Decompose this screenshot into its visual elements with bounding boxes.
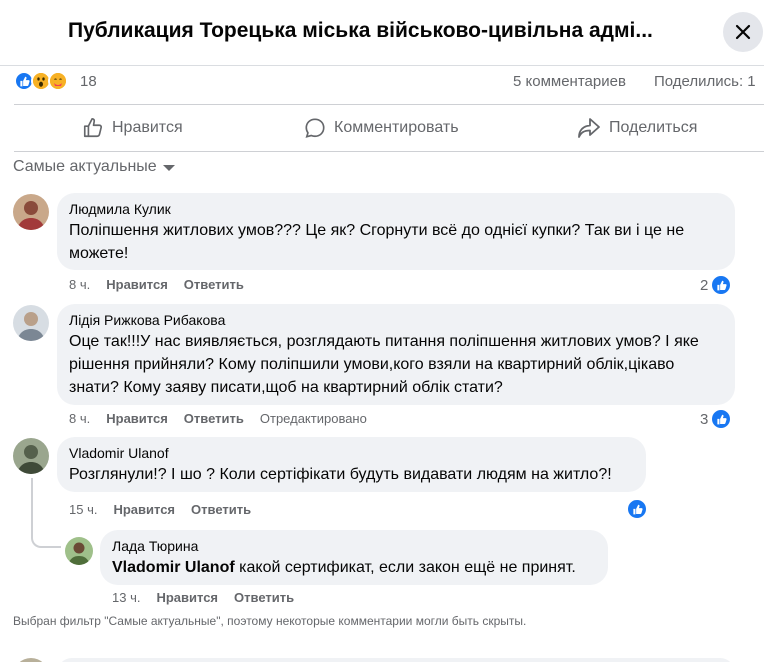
comment-filter-label: Самые актуальные	[13, 158, 157, 175]
comment-reply-button[interactable]: Ответить	[191, 502, 251, 517]
comment-text: Поліпшення житлових умов??? Це як? Сгорн…	[69, 222, 685, 262]
comment-button-label: Комментировать	[334, 119, 459, 136]
comment-author[interactable]: Vladomir Ulanof	[69, 445, 634, 461]
like-badge-icon	[627, 499, 647, 519]
comment-text: Розглянули!? І шо ? Коли сертіфікати буд…	[69, 466, 612, 483]
user-photo-icon	[13, 305, 49, 341]
comment-likes[interactable]: 2	[700, 275, 732, 295]
thread-line	[31, 478, 33, 534]
comment-bubble: Людмила Кулик Поліпшення житлових умов??…	[57, 193, 735, 270]
comment-meta: 15 ч. Нравится Ответить	[69, 502, 267, 517]
share-button-label: Поделиться	[609, 119, 698, 136]
post-stats: 18 5 комментариев Поделились: 1	[14, 68, 764, 102]
comment-like-button[interactable]: Нравится	[106, 411, 168, 426]
comment-time[interactable]: 15 ч.	[69, 502, 97, 517]
reply-text: Vladomir Ulanof какой сертификат, если з…	[112, 556, 596, 579]
reply-bubble: Лада Тюрина Vladomir Ulanof какой сертиф…	[100, 530, 608, 585]
comment-reply-button[interactable]: Ответить	[184, 411, 244, 426]
comment-author[interactable]: Лідія Рижкова Рибакова	[69, 312, 723, 328]
reaction-count[interactable]: 18	[80, 73, 97, 90]
care-icon	[48, 71, 68, 91]
reply-time[interactable]: 13 ч.	[112, 590, 140, 605]
like-badge-icon	[711, 275, 732, 295]
comments-count[interactable]: 5 комментариев	[513, 73, 626, 90]
comment-icon	[305, 118, 325, 138]
reply-text-body: какой сертификат, если закон ещё не прин…	[234, 559, 576, 576]
comment-like-button[interactable]: Нравится	[106, 277, 168, 292]
comment-author[interactable]: Людмила Кулик	[69, 201, 723, 217]
like-button[interactable]: Нравится	[82, 105, 183, 151]
avatar[interactable]	[65, 537, 93, 565]
reply-like-button[interactable]: Нравится	[156, 590, 218, 605]
shares-count[interactable]: Поделились: 1	[654, 73, 756, 90]
comment-like-count: 3	[700, 410, 709, 428]
share-icon	[578, 118, 600, 138]
avatar[interactable]	[13, 658, 49, 662]
thumbs-up-icon	[83, 118, 103, 138]
comment-bubble: Vladomir Ulanof Розглянули!? І шо ? Коли…	[57, 437, 646, 492]
reply-connector	[31, 530, 61, 548]
dialog-title: Публикация Торецька міська військово-цив…	[68, 19, 653, 42]
comment-meta: 8 ч. Нравится Ответить Отредактировано	[69, 411, 383, 426]
user-photo-icon	[13, 194, 49, 230]
caret-down-icon	[162, 165, 175, 171]
user-photo-icon	[13, 438, 49, 474]
comment-text: Оце так!!!У нас виявляється, розглядають…	[69, 333, 699, 396]
avatar[interactable]	[13, 438, 49, 474]
comment-likes[interactable]: 3	[700, 409, 732, 429]
reply-reply-button[interactable]: Ответить	[234, 590, 294, 605]
comment-like-count: 2	[700, 276, 709, 294]
comment-time[interactable]: 8 ч.	[69, 277, 90, 292]
reply-meta: 13 ч. Нравится Ответить	[112, 590, 310, 605]
reaction-icons[interactable]	[14, 71, 68, 91]
comment-filter-dropdown[interactable]: Самые актуальные	[13, 158, 175, 176]
like-button-label: Нравится	[112, 119, 183, 136]
like-badge-icon	[711, 409, 732, 429]
user-photo-icon	[65, 537, 93, 565]
post-dialog-header: Публикация Торецька міська військово-цив…	[0, 0, 764, 66]
comment-meta: 8 ч. Нравится Ответить	[69, 277, 260, 292]
comment-button[interactable]: Комментировать	[304, 105, 459, 151]
share-button[interactable]: Поделиться	[577, 105, 697, 151]
avatar[interactable]	[13, 194, 49, 230]
comment-time[interactable]: 8 ч.	[69, 411, 90, 426]
comment-reply-button[interactable]: Ответить	[184, 277, 244, 292]
edited-label[interactable]: Отредактировано	[260, 411, 367, 426]
close-button[interactable]	[723, 12, 763, 52]
avatar[interactable]	[13, 305, 49, 341]
filter-notice: Выбран фильтр "Самые актуальные", поэтом…	[13, 614, 527, 628]
reply-author[interactable]: Лада Тюрина	[112, 538, 596, 554]
next-comment-peek	[0, 652, 764, 662]
close-icon	[735, 24, 751, 40]
comment-bubble: Лідія Рижкова Рибакова Оце так!!!У нас в…	[57, 304, 735, 405]
reply-mention-link[interactable]: Vladomir Ulanof	[112, 559, 235, 576]
post-action-bar: Нравится Комментировать Поделиться	[14, 104, 764, 152]
comment-bubble	[57, 658, 735, 662]
comment-likes[interactable]	[624, 499, 647, 519]
comment-like-button[interactable]: Нравится	[113, 502, 175, 517]
